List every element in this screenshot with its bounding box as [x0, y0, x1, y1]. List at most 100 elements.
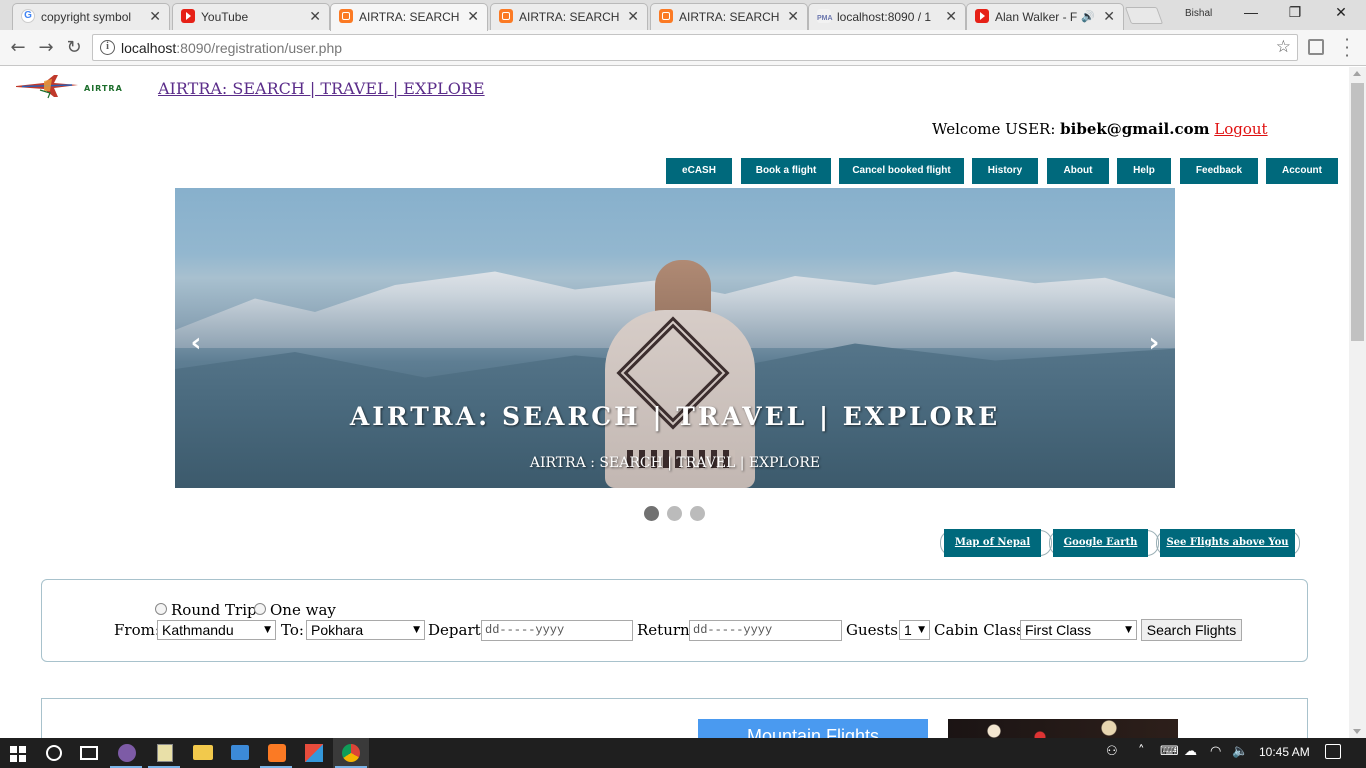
cortana-search-icon[interactable]: [46, 745, 62, 761]
control-panel-icon[interactable]: [231, 745, 249, 760]
window-close-icon[interactable]: ✕: [1326, 4, 1356, 24]
close-icon[interactable]: ✕: [945, 8, 957, 25]
tab-title: AIRTRA: SEARCH |: [679, 10, 779, 24]
nav-cancel-booked-flight-button[interactable]: Cancel booked flight: [839, 158, 964, 184]
carousel-prev-icon[interactable]: ‹: [181, 328, 211, 358]
taskbar-clock[interactable]: 10:45 AM: [1259, 745, 1310, 759]
welcome-message: Welcome USER: bibek@gmail.com Logout: [932, 120, 1268, 138]
browser-tab[interactable]: AIRTRA: SEARCH | ✕: [650, 3, 808, 30]
carousel-dot-2[interactable]: [667, 506, 682, 521]
url-text[interactable]: localhost:8090/registration/user.php: [121, 40, 342, 56]
profile-name[interactable]: Bishal: [1185, 8, 1212, 19]
forward-arrow-icon[interactable]: →: [34, 36, 58, 60]
windows-start-icon[interactable]: [10, 746, 26, 762]
action-center-icon[interactable]: [1325, 744, 1341, 759]
carousel-heading: AIRTRA: SEARCH | TRAVEL | EXPLORE: [349, 402, 1001, 431]
mountain-flights-banner[interactable]: Mountain Flights: [698, 719, 928, 738]
close-icon[interactable]: ✕: [1103, 8, 1115, 25]
nav-history-button[interactable]: History: [972, 158, 1038, 184]
site-title-link[interactable]: AIRTRA: SEARCH | TRAVEL | EXPLORE: [158, 79, 485, 98]
nav-book-flight-button[interactable]: Book a flight: [741, 158, 831, 184]
extension-icon[interactable]: [1308, 39, 1324, 55]
guests-select[interactable]: 1: [899, 620, 930, 640]
nav-account-button[interactable]: Account: [1266, 158, 1338, 184]
round-trip-radio[interactable]: [155, 603, 167, 615]
reload-icon[interactable]: ↻: [62, 36, 86, 60]
info-icon[interactable]: i: [100, 40, 115, 55]
one-way-radio[interactable]: [254, 603, 266, 615]
task-view-icon[interactable]: [80, 746, 98, 760]
close-icon[interactable]: ✕: [467, 8, 479, 25]
back-arrow-icon[interactable]: ←: [6, 36, 30, 60]
volume-icon[interactable]: 🔈: [1232, 744, 1248, 759]
close-icon[interactable]: ✕: [787, 8, 799, 25]
youtube-icon: [975, 9, 989, 23]
restore-icon[interactable]: ❐: [1280, 4, 1310, 24]
tab-title: AIRTRA: SEARCH |: [519, 10, 619, 24]
see-flights-above-you-link[interactable]: See Flights above You: [1160, 529, 1295, 557]
browser-tab[interactable]: Alan Walker - F 🔊 ✕: [966, 3, 1124, 30]
welcome-prefix: Welcome USER:: [932, 120, 1061, 138]
close-icon[interactable]: ✕: [309, 8, 321, 25]
people-icon[interactable]: ⚇: [1106, 744, 1118, 759]
cabin-class-label: Cabin Class:: [934, 621, 1029, 639]
wifi-icon[interactable]: ◠: [1210, 744, 1221, 759]
browser-tab[interactable]: PMA localhost:8090 / 1 ✕: [808, 3, 966, 30]
to-label: To:: [281, 621, 304, 639]
youtube-icon: [181, 9, 195, 23]
tab-title: localhost:8090 / 1: [837, 10, 932, 24]
google-earth-link[interactable]: Google Earth: [1053, 529, 1148, 557]
browser-tab-active[interactable]: AIRTRA: SEARCH | ✕: [330, 3, 488, 31]
tab-title: copyright symbol: [41, 10, 132, 24]
minimize-icon[interactable]: —: [1236, 4, 1266, 24]
carousel-dot-1[interactable]: [644, 506, 659, 521]
file-explorer-icon[interactable]: [193, 745, 213, 760]
xampp-icon: [499, 9, 513, 23]
new-tab-button[interactable]: [1124, 7, 1164, 24]
browser-tab[interactable]: G copyright symbol ✕: [12, 3, 170, 30]
browser-tab[interactable]: YouTube ✕: [172, 3, 330, 30]
paint-icon[interactable]: [305, 744, 323, 762]
scroll-up-icon[interactable]: [1353, 71, 1361, 76]
nav-feedback-button[interactable]: Feedback: [1180, 158, 1258, 184]
depart-label: Depart:: [428, 621, 486, 639]
carousel-next-icon[interactable]: ›: [1139, 328, 1169, 358]
close-icon[interactable]: ✕: [149, 8, 161, 25]
page-viewport: AIRTRA AIRTRA: SEARCH | TRAVEL | EXPLORE…: [0, 67, 1349, 738]
search-flights-button[interactable]: Search Flights: [1141, 619, 1242, 641]
close-icon[interactable]: ✕: [627, 8, 639, 25]
chrome-menu-icon[interactable]: · · ·: [1340, 32, 1354, 64]
browser-tab[interactable]: AIRTRA: SEARCH | ✕: [490, 3, 648, 30]
xampp-icon: [659, 9, 673, 23]
chevron-up-icon[interactable]: ˄: [1138, 744, 1145, 759]
hero-carousel: AIRTRA: SEARCH | TRAVEL | EXPLORE AIRTRA…: [175, 188, 1175, 488]
to-select[interactable]: Pokhara: [306, 620, 425, 640]
cabin-class-select[interactable]: First Class: [1020, 620, 1137, 640]
nav-help-button[interactable]: Help: [1117, 158, 1171, 184]
xampp-icon[interactable]: [268, 744, 286, 762]
notepad-icon[interactable]: [157, 744, 173, 762]
onedrive-icon[interactable]: ☁: [1184, 744, 1197, 759]
return-date-input[interactable]: dd-----yyyy: [689, 620, 842, 641]
keyboard-icon[interactable]: ⌨: [1160, 744, 1179, 759]
tab-title: YouTube: [201, 10, 249, 24]
nav-about-button[interactable]: About: [1047, 158, 1109, 184]
map-of-nepal-link[interactable]: Map of Nepal: [944, 529, 1041, 557]
depart-date-input[interactable]: dd-----yyyy: [481, 620, 633, 641]
viber-icon[interactable]: [118, 744, 136, 762]
page-scrollbar[interactable]: [1349, 67, 1366, 738]
scroll-thumb[interactable]: [1351, 83, 1364, 341]
return-label: Return:: [637, 621, 695, 639]
nav-ecash-button[interactable]: eCASH: [666, 158, 732, 184]
scroll-down-icon[interactable]: [1353, 729, 1361, 734]
from-select[interactable]: Kathmandu: [157, 620, 276, 640]
address-bar[interactable]: i localhost:8090/registration/user.php ☆: [92, 34, 1298, 61]
carousel-dot-3[interactable]: [690, 506, 705, 521]
carousel-caption: AIRTRA : SEARCH | TRAVEL | EXPLORE: [529, 455, 821, 471]
chrome-icon[interactable]: [342, 744, 360, 762]
logout-link[interactable]: Logout: [1214, 120, 1267, 138]
guests-label: Guests:: [846, 621, 903, 639]
bookmark-star-icon[interactable]: ☆: [1276, 37, 1291, 57]
windows-taskbar: ⚇ ˄ ⌨ ☁ ◠ 🔈 10:45 AM: [0, 738, 1366, 768]
speaker-icon[interactable]: 🔊: [1081, 10, 1095, 23]
